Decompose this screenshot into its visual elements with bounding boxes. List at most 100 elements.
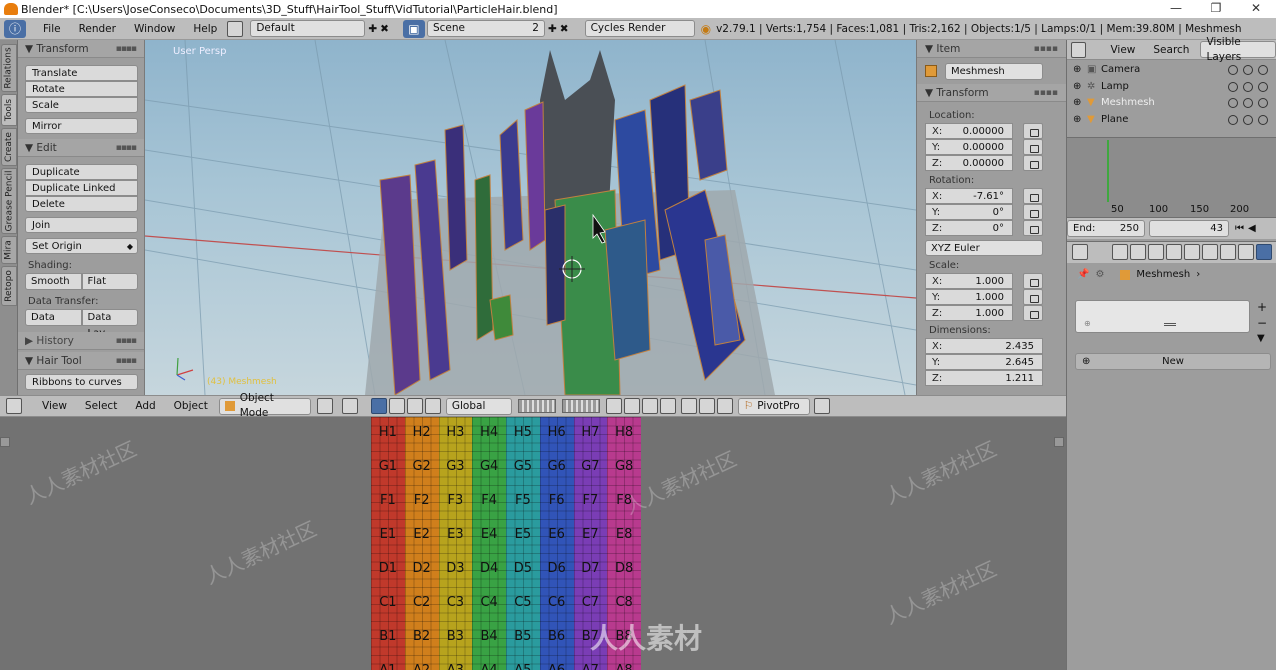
data-layout-button[interactable]: Data Lay...: [81, 309, 138, 339]
scale-manipulator-icon[interactable]: [424, 398, 441, 414]
layer-buttons-group-1[interactable]: [517, 399, 556, 413]
outliner-item-plane[interactable]: ⊕ ▼ Plane: [1067, 112, 1276, 129]
snap-target-icon[interactable]: [659, 398, 676, 414]
3d-view-editor-type-icon[interactable]: [6, 398, 22, 414]
lock-rotation-z-icon[interactable]: [1023, 220, 1043, 236]
location-y-field[interactable]: Y: 0.00000: [925, 139, 1013, 155]
new-particle-system-button[interactable]: ⊕ New: [1075, 353, 1271, 370]
play-reverse-icon[interactable]: ◀: [1248, 223, 1256, 234]
layer-buttons-group-2[interactable]: [561, 399, 600, 413]
menu-help[interactable]: Help: [184, 20, 226, 38]
uv-image-editor[interactable]: H1G1F1E1D1C1B1A1H2G2F2E2D2C2B2A2H3G3F3E3…: [0, 417, 1066, 670]
lock-scale-x-icon[interactable]: [1023, 273, 1043, 289]
outliner-search-menu[interactable]: Search: [1144, 41, 1198, 59]
slot-menu-icon[interactable]: ▼: [1257, 333, 1265, 344]
rotation-z-field[interactable]: Z: 0°: [925, 220, 1013, 236]
mirror-button[interactable]: Mirror: [25, 118, 138, 134]
scale-x-field[interactable]: X: 1.000: [925, 273, 1013, 289]
add-layout-icon[interactable]: ✚: [368, 23, 377, 35]
outliner-filter-select[interactable]: Visible Layers: [1200, 36, 1276, 63]
hair-tool-panel-header[interactable]: ▼ Hair Tool ▪▪▪▪: [18, 352, 144, 370]
lock-rotation-x-icon[interactable]: [1023, 188, 1043, 204]
menu-object[interactable]: Object: [165, 397, 217, 415]
lock-location-x-icon[interactable]: [1023, 123, 1043, 139]
expand-icon[interactable]: ⊕: [1073, 62, 1081, 78]
location-x-field[interactable]: X: 0.00000: [925, 123, 1013, 139]
rotation-x-field[interactable]: X: -7.61°: [925, 188, 1013, 204]
split-area-corner-icon[interactable]: [0, 437, 10, 447]
viewport-shading-icon[interactable]: [316, 398, 333, 414]
pivot-point-icon[interactable]: [341, 398, 358, 414]
scale-z-field[interactable]: Z: 1.000: [925, 305, 1013, 321]
add-slot-icon[interactable]: +: [1257, 300, 1267, 314]
rotate-button[interactable]: Rotate: [25, 81, 138, 97]
lock-scale-y-icon[interactable]: [1023, 289, 1043, 305]
join-button[interactable]: Join: [25, 217, 138, 233]
location-z-field[interactable]: Z: 0.00000: [925, 155, 1013, 171]
lock-scale-z-icon[interactable]: [1023, 305, 1043, 321]
transform-panel-header[interactable]: ▼ Transform ▪▪▪▪: [18, 40, 144, 58]
translate-manipulator-icon[interactable]: [388, 398, 405, 414]
remove-scene-icon[interactable]: ✖: [560, 23, 569, 35]
maximize-button[interactable]: ❐: [1196, 0, 1236, 18]
tab-mira[interactable]: Mira: [1, 236, 17, 264]
tab-create[interactable]: Create: [1, 128, 17, 166]
tab-grease-pencil[interactable]: Grease Pencil: [1, 168, 17, 234]
render-engine-select[interactable]: Cycles Render: [584, 20, 695, 37]
tab-retopo[interactable]: Retopo: [1, 266, 17, 306]
remove-slot-icon[interactable]: −: [1257, 316, 1267, 330]
particles-tab-icon[interactable]: [1256, 244, 1272, 260]
modifiers-tab-icon[interactable]: [1184, 244, 1200, 260]
screen-layout-select[interactable]: Default: [250, 20, 366, 37]
history-panel-header[interactable]: ▶ History ▪▪▪▪: [18, 332, 144, 350]
world-tab-icon[interactable]: [1148, 244, 1164, 260]
minimize-button[interactable]: —: [1156, 0, 1196, 18]
data-button[interactable]: Data: [25, 309, 82, 326]
render-tab-icon[interactable]: [1112, 244, 1128, 260]
menu-window[interactable]: Window: [125, 20, 184, 38]
dimensions-z-field[interactable]: Z: 1.211: [925, 370, 1043, 386]
jump-start-icon[interactable]: ⏮: [1235, 223, 1244, 234]
dimensions-y-field[interactable]: Y: 2.645: [925, 354, 1043, 370]
mode-select[interactable]: Object Mode: [218, 392, 311, 419]
data-tab-icon[interactable]: [1202, 244, 1218, 260]
scale-button[interactable]: Scale: [25, 97, 138, 113]
lock-location-z-icon[interactable]: [1023, 155, 1043, 171]
render-preview-icon[interactable]: [680, 398, 697, 414]
dimensions-x-field[interactable]: X: 2.435: [925, 338, 1043, 354]
proportional-edit-icon[interactable]: [623, 398, 640, 414]
tab-tools[interactable]: Tools: [1, 94, 17, 126]
smooth-button[interactable]: Smooth: [25, 273, 82, 290]
list-resize-handle[interactable]: [1164, 323, 1176, 326]
object-name-field[interactable]: Meshmesh: [945, 62, 1043, 80]
duplicate-button[interactable]: Duplicate: [25, 164, 138, 180]
rotation-mode-select[interactable]: XYZ Euler: [925, 240, 1043, 256]
info-editor-type-icon[interactable]: ⓘ: [4, 19, 26, 38]
object-tab-icon[interactable]: [1166, 244, 1182, 260]
opengl-anim-icon[interactable]: [716, 398, 733, 414]
menu-view[interactable]: View: [33, 397, 76, 415]
translate-button[interactable]: Translate: [25, 65, 138, 81]
delete-button[interactable]: Delete: [25, 196, 138, 212]
expand-icon[interactable]: ⊕: [1073, 95, 1081, 111]
menu-select[interactable]: Select: [76, 397, 126, 415]
rotation-y-field[interactable]: Y: 0°: [925, 204, 1013, 220]
menu-add[interactable]: Add: [126, 397, 164, 415]
edit-panel-header[interactable]: ▼ Edit ▪▪▪▪: [18, 139, 144, 157]
transform-panel-header-n[interactable]: ▼ Transform ▪▪▪▪: [917, 84, 1066, 102]
tab-relations[interactable]: Relations: [1, 44, 17, 92]
particle-system-list[interactable]: ⊕: [1075, 300, 1250, 333]
texture-tab-icon[interactable]: [1238, 244, 1254, 260]
duplicate-linked-button[interactable]: Duplicate Linked: [25, 180, 138, 196]
outliner-item-lamp[interactable]: ⊕ ✲ Lamp: [1067, 79, 1276, 96]
close-button[interactable]: ✕: [1236, 0, 1276, 18]
rotate-manipulator-icon[interactable]: [406, 398, 423, 414]
pivotpro-button[interactable]: ⚐ PivotPro: [737, 397, 810, 415]
flat-button[interactable]: Flat: [81, 273, 138, 290]
menu-file[interactable]: File: [34, 20, 70, 38]
lock-location-y-icon[interactable]: [1023, 139, 1043, 155]
scale-y-field[interactable]: Y: 1.000: [925, 289, 1013, 305]
expand-icon[interactable]: ⊕: [1073, 112, 1081, 128]
outliner-view-menu[interactable]: View: [1101, 41, 1144, 59]
end-frame-field[interactable]: End: 250: [1067, 220, 1145, 237]
